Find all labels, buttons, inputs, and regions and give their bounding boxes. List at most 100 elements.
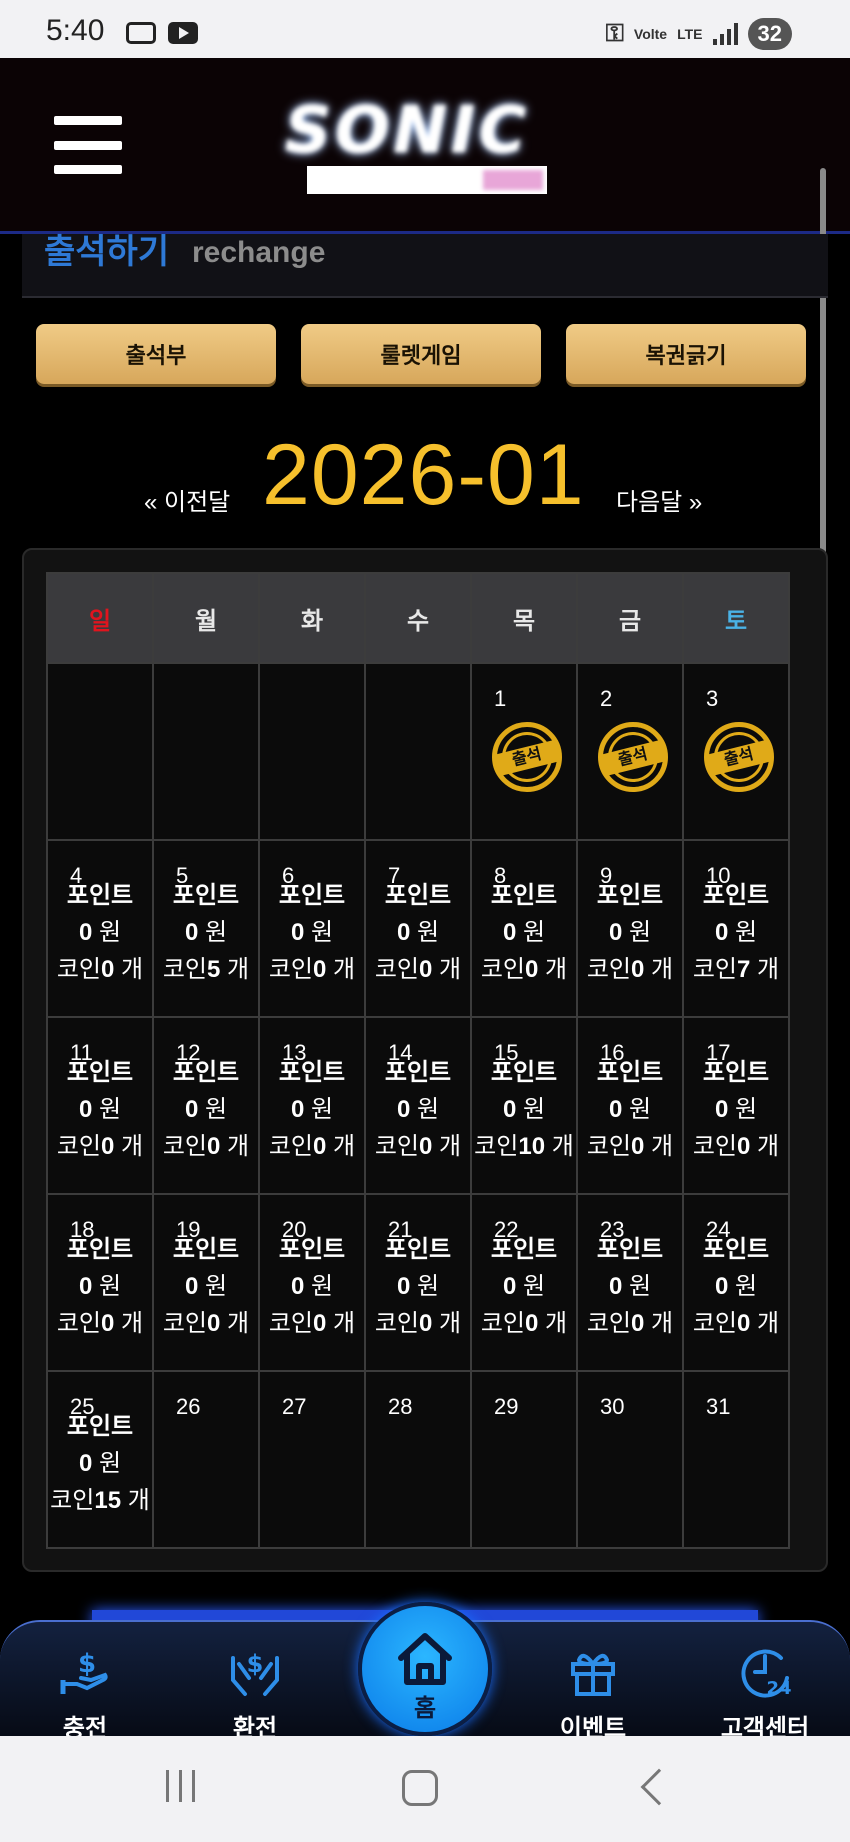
point-value-line: 0 원 bbox=[578, 1091, 682, 1128]
calendar-day-cell[interactable]: 29 bbox=[470, 1370, 578, 1549]
volte-indicator: Volte bbox=[633, 26, 668, 42]
point-value-line: 0 원 bbox=[472, 1091, 576, 1128]
calendar-day-cell[interactable]: 14 포인트 0 원 코인0 개 bbox=[364, 1016, 472, 1195]
point-label: 포인트 bbox=[172, 1236, 240, 1263]
recent-apps-icon[interactable] bbox=[166, 1770, 195, 1802]
calendar-day-cell[interactable]: 13 포인트 0 원 코인0 개 bbox=[258, 1016, 366, 1195]
calendar-day-cell[interactable]: 25 포인트 0 원 코인15 개 bbox=[46, 1370, 154, 1549]
point-value: 0 bbox=[396, 1096, 411, 1123]
calendar-day-cell[interactable]: 11 포인트 0 원 코인0 개 bbox=[46, 1016, 154, 1195]
count-unit: 개 bbox=[333, 956, 356, 983]
won-unit: 원 bbox=[734, 1096, 758, 1123]
calendar-day-cell[interactable]: 3 출석 bbox=[682, 662, 790, 841]
nav-exchange[interactable]: $ 환전 bbox=[190, 1644, 320, 1743]
count-unit: 개 bbox=[227, 956, 250, 983]
calendar-day-cell[interactable]: 16 포인트 0 원 코인0 개 bbox=[576, 1016, 684, 1195]
calendar-day-cell[interactable]: 18 포인트 0 원 코인0 개 bbox=[46, 1193, 154, 1372]
tab-attendance-book[interactable]: 출석부 bbox=[36, 324, 276, 384]
system-home-icon[interactable] bbox=[402, 1770, 438, 1806]
brand-logo[interactable]: SONIC bbox=[285, 94, 585, 194]
weekday-wed: 수 bbox=[364, 572, 472, 664]
coin-label: 코인 bbox=[692, 1310, 738, 1337]
stamp-label: 출석 bbox=[493, 739, 561, 777]
prev-month-link[interactable]: « 이전달 bbox=[144, 482, 230, 517]
nav-home[interactable]: 홈 bbox=[358, 1602, 492, 1736]
point-label: 포인트 bbox=[490, 882, 558, 909]
point-label: 포인트 bbox=[384, 1059, 452, 1086]
coin-value-line: 코인0 개 bbox=[366, 1305, 470, 1342]
day-reward-info: 포인트 0 원 코인0 개 bbox=[684, 1231, 788, 1342]
coin-label: 코인 bbox=[480, 956, 526, 983]
calendar-day-cell[interactable]: 21 포인트 0 원 코인0 개 bbox=[364, 1193, 472, 1372]
point-value-line: 0 원 bbox=[578, 914, 682, 951]
won-unit: 원 bbox=[98, 1273, 122, 1300]
calendar-day-cell[interactable]: 4 포인트 0 원 코인0 개 bbox=[46, 839, 154, 1018]
calendar-day-cell[interactable]: 20 포인트 0 원 코인0 개 bbox=[258, 1193, 366, 1372]
calendar-day-cell[interactable]: 31 bbox=[682, 1370, 790, 1549]
calendar-day-cell[interactable]: 7 포인트 0 원 코인0 개 bbox=[364, 839, 472, 1018]
calendar-day-cell[interactable]: 28 bbox=[364, 1370, 472, 1549]
coin-label: 코인 bbox=[692, 956, 738, 983]
point-value-line: 0 원 bbox=[154, 1091, 258, 1128]
day-reward-info: 포인트 0 원 코인7 개 bbox=[684, 877, 788, 988]
calendar-day-cell[interactable]: 9 포인트 0 원 코인0 개 bbox=[576, 839, 684, 1018]
calendar-day-cell[interactable]: 24 포인트 0 원 코인0 개 bbox=[682, 1193, 790, 1372]
coin-label: 코인 bbox=[480, 1310, 526, 1337]
coin-label: 코인 bbox=[374, 1133, 420, 1160]
calendar-day-cell[interactable]: 6 포인트 0 원 코인0 개 bbox=[258, 839, 366, 1018]
nav-charge[interactable]: $ 충전 bbox=[20, 1644, 150, 1743]
point-value-line: 0 원 bbox=[260, 914, 364, 951]
calendar-day-cell[interactable]: 12 포인트 0 원 코인0 개 bbox=[152, 1016, 260, 1195]
point-label: 포인트 bbox=[66, 1413, 134, 1440]
count-unit: 개 bbox=[651, 956, 674, 983]
point-value-line: 0 원 bbox=[366, 1091, 470, 1128]
nav-bar: $ 충전 $ 환전 홈 이벤트 24 고객센터 bbox=[0, 1602, 850, 1743]
won-unit: 원 bbox=[628, 1096, 652, 1123]
next-month-link[interactable]: 다음달 » bbox=[616, 482, 702, 517]
count-unit: 개 bbox=[757, 1310, 780, 1337]
exchange-hands-dollar-icon: $ bbox=[231, 1650, 279, 1696]
calendar-day-cell[interactable]: 27 bbox=[258, 1370, 366, 1549]
calendar-day-cell[interactable]: 5 포인트 0 원 코인5 개 bbox=[152, 839, 260, 1018]
point-label: 포인트 bbox=[278, 882, 346, 909]
point-label: 포인트 bbox=[384, 1236, 452, 1263]
calendar-day-cell[interactable]: 23 포인트 0 원 코인0 개 bbox=[576, 1193, 684, 1372]
calendar-day-cell[interactable]: 26 bbox=[152, 1370, 260, 1549]
calendar-day-cell[interactable]: 10 포인트 0 원 코인7 개 bbox=[682, 839, 790, 1018]
charge-hand-dollar-icon: $ bbox=[60, 1649, 108, 1694]
calendar-day-cell[interactable]: 19 포인트 0 원 코인0 개 bbox=[152, 1193, 260, 1372]
calendar-week-row: 1 출석 2 출석 3 출석 bbox=[46, 662, 790, 841]
calendar-day-cell[interactable]: 22 포인트 0 원 코인0 개 bbox=[470, 1193, 578, 1372]
calendar-day-cell[interactable]: 1 출석 bbox=[470, 662, 578, 841]
point-value-line: 0 원 bbox=[154, 1268, 258, 1305]
calendar-day-cell[interactable]: 17 포인트 0 원 코인0 개 bbox=[682, 1016, 790, 1195]
nav-event[interactable]: 이벤트 bbox=[528, 1644, 658, 1743]
point-value-line: 0 원 bbox=[366, 1268, 470, 1305]
coin-label: 코인 bbox=[586, 1133, 632, 1160]
point-value-line: 0 원 bbox=[260, 1268, 364, 1305]
won-unit: 원 bbox=[734, 1273, 758, 1300]
back-icon[interactable] bbox=[640, 1768, 678, 1806]
coin-value: 10 bbox=[518, 1133, 546, 1160]
nav-support[interactable]: 24 고객센터 bbox=[700, 1644, 830, 1743]
coin-value: 15 bbox=[94, 1487, 122, 1514]
tab-scratch-lottery[interactable]: 복권긁기 bbox=[566, 324, 806, 384]
signal-icon bbox=[712, 23, 738, 45]
day-reward-info: 포인트 0 원 코인0 개 bbox=[366, 1054, 470, 1165]
coin-value: 0 bbox=[313, 1310, 327, 1337]
svg-text:24: 24 bbox=[766, 1678, 791, 1699]
calendar-day-cell[interactable]: 30 bbox=[576, 1370, 684, 1549]
coin-value-line: 코인0 개 bbox=[366, 951, 470, 988]
won-unit: 원 bbox=[628, 919, 652, 946]
calendar-day-cell[interactable]: 15 포인트 0 원 코인10 개 bbox=[470, 1016, 578, 1195]
menu-icon[interactable] bbox=[54, 116, 122, 174]
coin-value-line: 코인0 개 bbox=[48, 1128, 152, 1165]
calendar-day-cell[interactable]: 8 포인트 0 원 코인0 개 bbox=[470, 839, 578, 1018]
calendar-day-cell[interactable]: 2 출석 bbox=[576, 662, 684, 841]
won-unit: 원 bbox=[628, 1273, 652, 1300]
coin-value: 0 bbox=[631, 1133, 645, 1160]
count-unit: 개 bbox=[121, 1310, 144, 1337]
coin-value: 0 bbox=[101, 956, 115, 983]
tab-roulette-game[interactable]: 룰렛게임 bbox=[301, 324, 541, 384]
day-reward-info: 포인트 0 원 코인0 개 bbox=[260, 1054, 364, 1165]
